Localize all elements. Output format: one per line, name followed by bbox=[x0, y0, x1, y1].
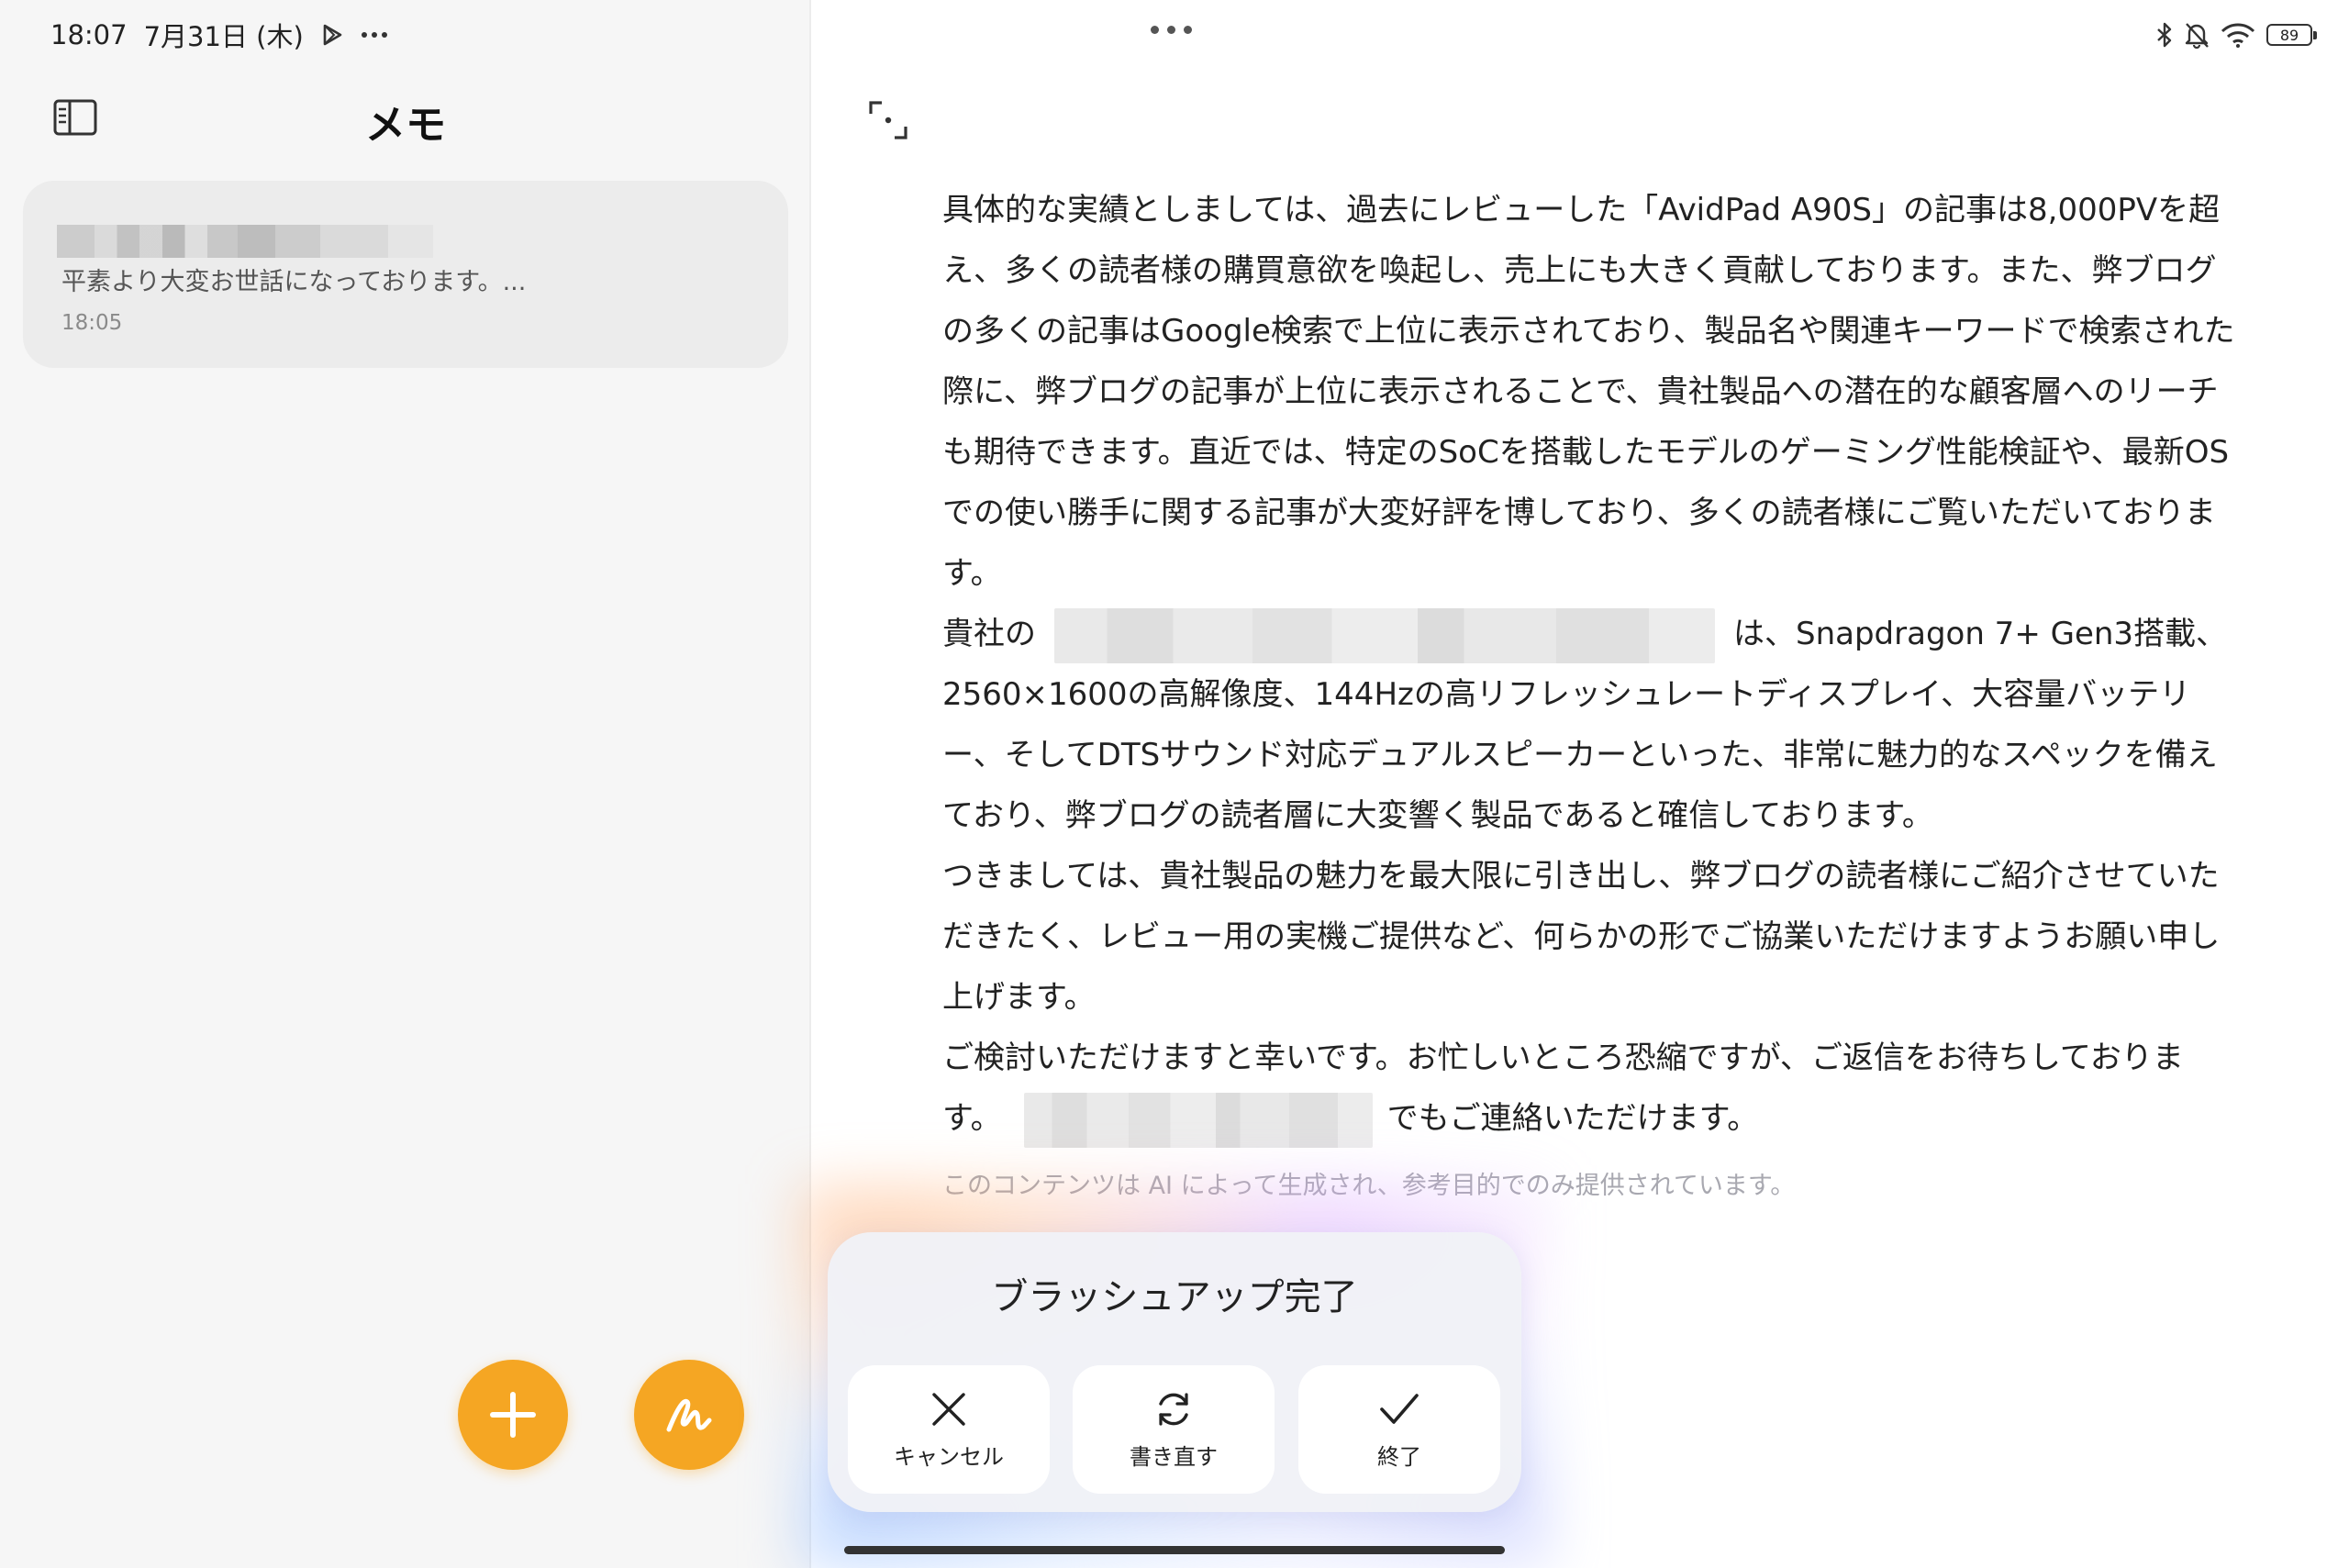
paragraph-2-start: 貴社の bbox=[942, 616, 1036, 652]
more-icon bbox=[361, 30, 388, 39]
status-time: 18:07 bbox=[50, 19, 128, 50]
wifi-icon bbox=[2221, 23, 2255, 48]
rewrite-button[interactable]: 書き直す bbox=[1073, 1365, 1275, 1494]
page-title: メモ bbox=[365, 102, 446, 149]
close-icon bbox=[932, 1392, 965, 1426]
paragraph-4-end: でもご連絡いただけます。 bbox=[1386, 1100, 1759, 1137]
home-indicator[interactable] bbox=[844, 1546, 1505, 1554]
bluetooth-icon bbox=[2157, 22, 2172, 48]
done-label: 終了 bbox=[1377, 1443, 1421, 1470]
check-icon bbox=[1380, 1393, 1419, 1424]
focus-mode-icon[interactable] bbox=[867, 99, 909, 141]
rewrite-label: 書き直す bbox=[1130, 1443, 1218, 1470]
brushup-complete-dialog: ブラッシュアップ完了 キャンセル 書き直す 終了 bbox=[828, 1232, 1521, 1512]
cancel-button[interactable]: キャンセル bbox=[848, 1365, 1050, 1494]
paragraph-4: ご検討いただけますと幸いです。お忙しいところ恐縮ですが、ご返信をお待ちしておりま… bbox=[942, 1028, 2236, 1149]
paragraph-2: 貴社の は、Snapdragon 7+ Gen3搭載、2560×1600の高解像度… bbox=[942, 604, 2236, 846]
battery-icon: 89 bbox=[2266, 24, 2317, 46]
status-date: 7月31日 (木) bbox=[143, 21, 304, 52]
dialog-title: ブラッシュアップ完了 bbox=[991, 1276, 1358, 1318]
redacted-product-name bbox=[1054, 607, 1715, 663]
cancel-label: キャンセル bbox=[894, 1443, 1004, 1470]
note-title-redacted bbox=[57, 225, 433, 258]
paragraph-3: つきましては、貴社製品の魅力を最大限に引き出し、弊ブログの読者様にご紹介させてい… bbox=[942, 858, 2221, 1016]
note-editor[interactable]: 具体的な実績としましては、過去にレビューした「AvidPad A90S」の記事は… bbox=[942, 180, 2236, 1149]
battery-level: 89 bbox=[2279, 26, 2299, 44]
plus-icon bbox=[490, 1392, 536, 1438]
refresh-icon bbox=[1159, 1392, 1188, 1426]
handwriting-button[interactable] bbox=[634, 1360, 744, 1470]
play-store-icon bbox=[320, 23, 344, 47]
bell-muted-icon bbox=[2185, 23, 2209, 49]
add-note-button[interactable] bbox=[458, 1360, 568, 1470]
status-bar-left: 18:07 7月31日 (木) bbox=[50, 17, 388, 53]
redacted-contact bbox=[1023, 1092, 1373, 1148]
note-preview: 平素より大変お世話になっております。... bbox=[61, 268, 527, 296]
paragraph-1: 具体的な実績としましては、過去にレビューした「AvidPad A90S」の記事は… bbox=[942, 192, 2235, 592]
note-list-item[interactable]: 平素より大変お世話になっております。... 18:05 bbox=[23, 181, 788, 368]
status-bar-right: 89 bbox=[2156, 17, 2317, 53]
done-button[interactable]: 終了 bbox=[1298, 1365, 1500, 1494]
handwriting-icon bbox=[666, 1398, 712, 1432]
notes-sidebar: 18:07 7月31日 (木) メモ 平素より大変お世話になっております。...… bbox=[0, 0, 811, 1568]
window-drag-handle[interactable] bbox=[1151, 26, 1192, 34]
note-timestamp: 18:05 bbox=[61, 311, 123, 335]
